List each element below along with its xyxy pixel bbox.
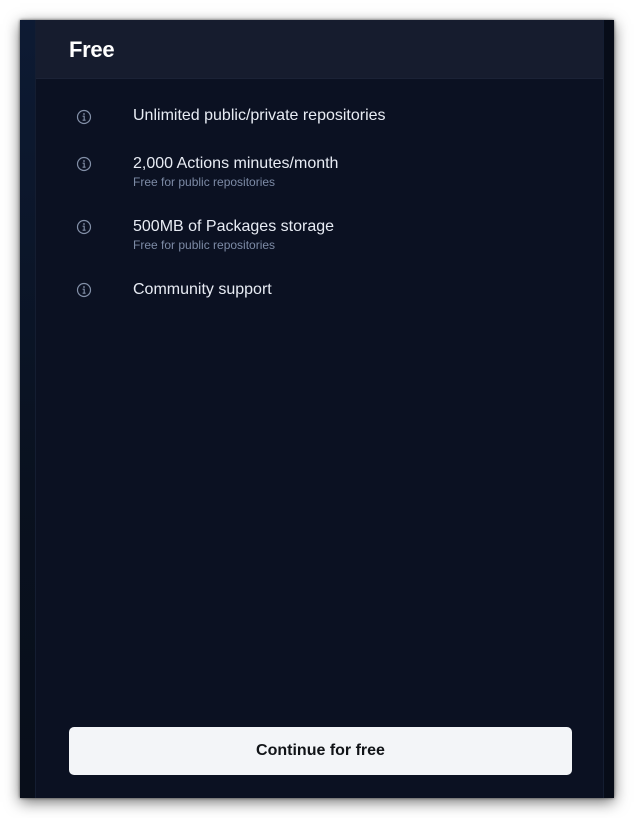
feature-text: 2,000 Actions minutes/month Free for pub… — [133, 154, 338, 190]
feature-text: Unlimited public/private repositories — [133, 106, 386, 126]
background-edge-right — [604, 20, 614, 798]
feature-title: 500MB of Packages storage — [133, 218, 335, 235]
info-icon[interactable] — [76, 156, 92, 172]
info-icon[interactable] — [76, 219, 92, 235]
feature-text: 500MB of Packages storage Free for publi… — [133, 217, 334, 253]
info-icon[interactable] — [76, 109, 92, 125]
background-edge-left — [20, 20, 35, 798]
feature-subtitle: Free for public repositories — [133, 175, 276, 189]
pricing-window: Free Unlimited public/private repositori… — [20, 20, 614, 798]
feature-title: Community support — [133, 281, 272, 298]
feature-subtitle: Free for public repositories — [133, 238, 276, 252]
feature-title: 2,000 Actions minutes/month — [133, 155, 339, 172]
plan-card-header: Free — [36, 20, 603, 79]
info-icon[interactable] — [76, 282, 92, 298]
continue-for-free-button[interactable]: Continue for free — [69, 727, 572, 775]
plan-card: Free Unlimited public/private repositori… — [35, 20, 604, 798]
feature-title: Unlimited public/private repositories — [133, 107, 386, 124]
feature-text: Community support — [133, 280, 272, 300]
plan-title: Free — [69, 37, 115, 62]
